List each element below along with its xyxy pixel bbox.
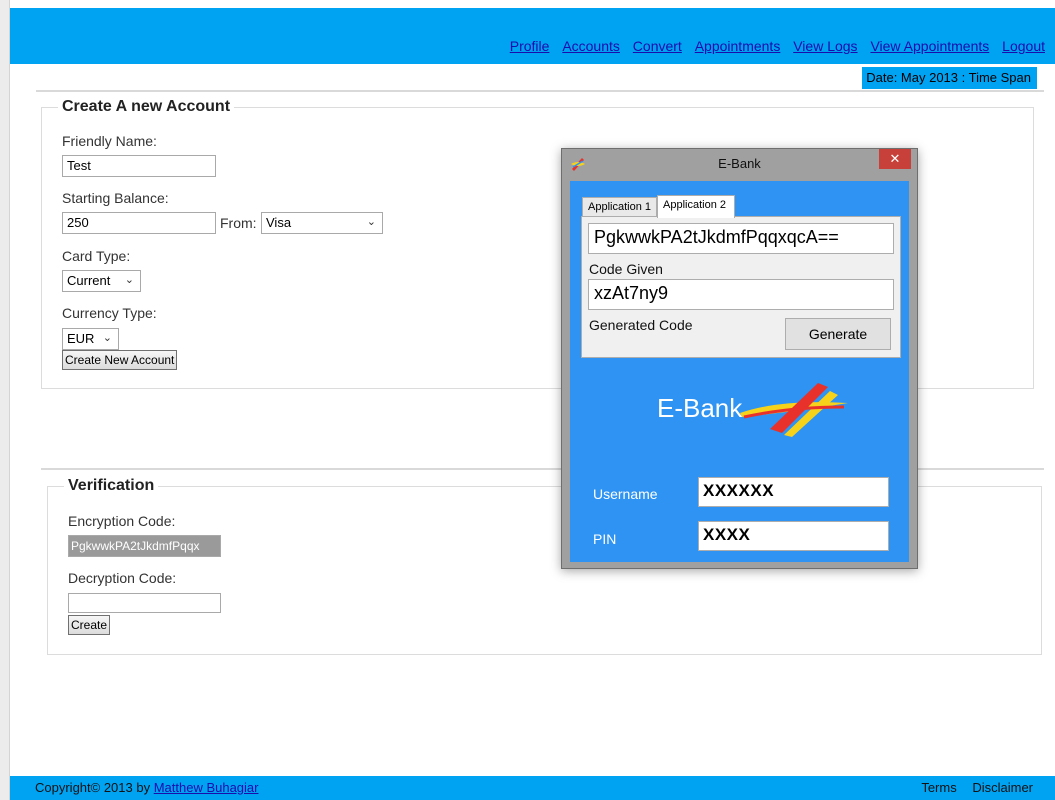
tab-application-2[interactable]: Application 2 xyxy=(657,195,735,218)
verification-legend: Verification xyxy=(68,477,155,494)
copyright-text: Copyright© 2013 by xyxy=(35,780,154,795)
card-type-select-value: Current xyxy=(67,273,111,288)
nav-logout[interactable]: Logout xyxy=(1002,38,1045,54)
from-select[interactable]: Visa ⌄ xyxy=(261,212,383,234)
ebank-window-client: Application 1 Application 2 PgkwwkPA2tJk… xyxy=(570,181,909,562)
nav-view-appointments[interactable]: View Appointments xyxy=(870,38,989,54)
currency-type-label: Currency Type: xyxy=(62,305,157,321)
generate-button[interactable]: Generate xyxy=(785,318,891,350)
card-type-label: Card Type: xyxy=(62,248,131,264)
from-select-value: Visa xyxy=(266,215,292,230)
divider xyxy=(36,90,1044,92)
tab-application-1[interactable]: Application 1 xyxy=(582,197,657,217)
top-strip xyxy=(10,0,1055,8)
close-icon: ✕ xyxy=(889,151,901,166)
footer-link-terms[interactable]: Terms xyxy=(921,780,956,795)
ebank-window-title: E-Bank xyxy=(718,156,761,171)
code-given-label: Code Given xyxy=(589,261,663,277)
encryption-code-field[interactable]: PgkwwkPA2tJkdmfPqqx xyxy=(68,535,221,557)
create-account-legend: Create A new Account xyxy=(62,98,231,115)
footer-links: Terms Disclaimer xyxy=(909,780,1033,795)
create-button[interactable]: Create xyxy=(68,615,111,635)
username-label: Username xyxy=(593,486,658,502)
generated-code-label: Generated Code xyxy=(589,317,693,333)
author-link[interactable]: Matthew Buhagiar xyxy=(154,780,259,795)
main-nav: Profile Accounts Convert Appointments Vi… xyxy=(501,38,1045,54)
encryption-code-label: Encryption Code: xyxy=(68,513,176,529)
copyright: Copyright© 2013 by Matthew Buhagiar xyxy=(35,780,258,795)
create-new-account-button[interactable]: Create New Account xyxy=(62,350,178,370)
pin-input[interactable]: XXXX xyxy=(698,521,889,551)
date-time-span: Date: May 2013 : Time Span xyxy=(862,67,1037,89)
ebank-logo-text: E-Bank xyxy=(657,393,743,423)
nav-profile[interactable]: Profile xyxy=(510,38,550,54)
application-2-panel: PgkwwkPA2tJkdmfPqqxqcA== Code Given xzAt… xyxy=(581,216,901,358)
nav-view-logs[interactable]: View Logs xyxy=(793,38,857,54)
ebank-window: E-Bank ✕ Application 1 Application 2 Pgk… xyxy=(561,148,918,569)
starting-balance-label: Starting Balance: xyxy=(62,190,169,206)
friendly-name-label: Friendly Name: xyxy=(62,133,157,149)
site-footer: Copyright© 2013 by Matthew Buhagiar Term… xyxy=(10,776,1055,800)
site-header: Profile Accounts Convert Appointments Vi… xyxy=(10,8,1055,64)
decryption-code-input[interactable] xyxy=(68,593,221,613)
ebank-app-icon xyxy=(571,158,585,171)
ebank-logo-swoosh-icon xyxy=(740,383,848,437)
from-label: From: xyxy=(220,215,257,231)
left-rail xyxy=(0,0,10,800)
pin-label: PIN xyxy=(593,531,617,547)
decryption-code-label: Decryption Code: xyxy=(68,570,177,586)
username-input[interactable]: XXXXXX xyxy=(698,477,889,507)
starting-balance-input[interactable]: 250 xyxy=(62,212,216,234)
chevron-down-icon: ⌄ xyxy=(102,332,112,344)
nav-accounts[interactable]: Accounts xyxy=(562,38,620,54)
footer-link-disclaimer[interactable]: Disclaimer xyxy=(972,780,1033,795)
chevron-down-icon: ⌄ xyxy=(124,274,134,286)
ebank-window-titlebar[interactable]: E-Bank ✕ xyxy=(562,149,917,181)
nav-appointments[interactable]: Appointments xyxy=(695,38,781,54)
code-input[interactable]: PgkwwkPA2tJkdmfPqqxqcA== xyxy=(588,223,894,254)
currency-type-select[interactable]: EUR ⌄ xyxy=(62,328,119,350)
chevron-down-icon: ⌄ xyxy=(366,216,376,228)
card-type-select[interactable]: Current ⌄ xyxy=(62,270,141,292)
generated-code-input[interactable]: xzAt7ny9 xyxy=(588,279,894,310)
nav-convert[interactable]: Convert xyxy=(633,38,682,54)
currency-type-select-value: EUR xyxy=(67,331,95,346)
close-button[interactable]: ✕ xyxy=(879,149,911,169)
friendly-name-input[interactable]: Test xyxy=(62,155,216,177)
